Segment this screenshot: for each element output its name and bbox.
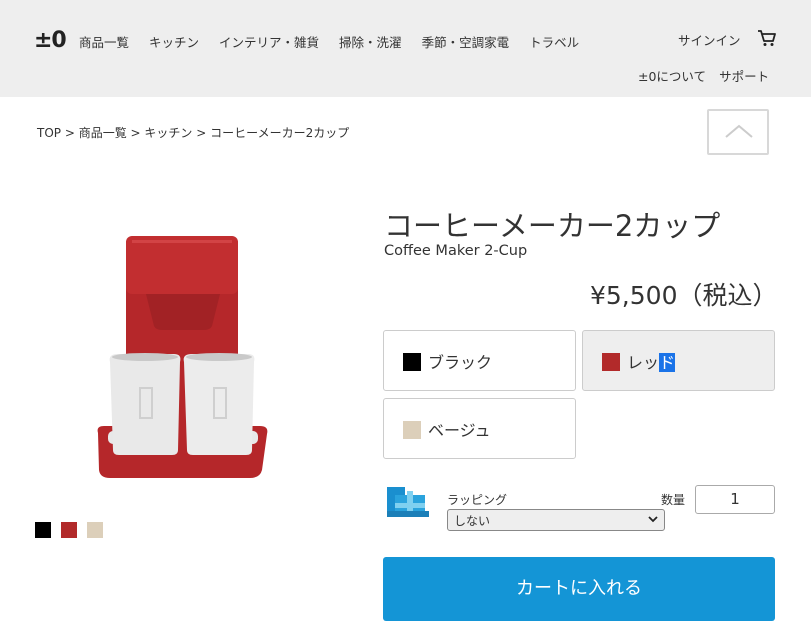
color-option-label: ブラック [428,353,493,372]
color-option-red[interactable]: レッド [582,330,775,391]
nav-item-products[interactable]: 商品一覧 [79,32,129,51]
chevron-up-icon [725,124,753,138]
nav-item-cleaning[interactable]: 掃除・洗濯 [339,32,402,51]
nav-item-interior[interactable]: インテリア・雑貨 [219,32,319,51]
wrapping-label: ラッピング [447,493,508,507]
color-option-beige[interactable]: ベージュ [383,398,576,459]
thumbnail-swatches [35,522,103,538]
product-subtitle: Coffee Maker 2-Cup [384,243,528,259]
signin-link[interactable]: サインイン [678,30,741,49]
product-price: ¥5,500（税込） [590,281,778,310]
product-image [97,236,268,478]
main-nav: 商品一覧 キッチン インテリア・雑貨 掃除・洗濯 季節・空調家電 トラベル [79,32,599,51]
wrapping-select[interactable]: しない [447,509,665,531]
cart-icon[interactable] [757,29,777,47]
color-chip-red [602,353,620,371]
thumb-swatch-beige[interactable] [87,522,103,538]
site-header: ±0 商品一覧 キッチン インテリア・雑貨 掃除・洗濯 季節・空調家電 トラベル… [0,0,811,97]
chevron-down-icon [648,516,658,523]
thumb-swatch-black[interactable] [35,522,51,538]
color-chip-black [403,353,421,371]
wrapping-select-value: しない [454,514,491,528]
nav-item-kitchen[interactable]: キッチン [149,32,199,51]
color-option-black[interactable]: ブラック [383,330,576,391]
sub-links: ±0について サポート [638,66,769,85]
nav-item-travel[interactable]: トラベル [529,32,579,51]
thumb-swatch-red[interactable] [61,522,77,538]
support-link[interactable]: サポート [719,66,769,85]
gift-wrap-icon [387,487,429,517]
about-link[interactable]: ±0について [638,66,706,85]
nav-item-seasonal[interactable]: 季節・空調家電 [422,32,510,51]
logo[interactable]: ±0 [34,28,67,53]
breadcrumb[interactable]: TOP > 商品一覧 > キッチン > コーヒーメーカー2カップ [37,124,349,141]
add-to-cart-button[interactable]: カートに入れる [383,557,775,621]
scroll-top-button[interactable] [707,109,769,155]
product-title: コーヒーメーカー2カップ [384,209,721,243]
color-chip-beige [403,421,421,439]
color-option-label: ベージュ [428,421,491,440]
quantity-label: 数量 [661,493,686,507]
quantity-input[interactable]: 1 [695,485,775,514]
color-option-label: レッド [627,353,676,372]
